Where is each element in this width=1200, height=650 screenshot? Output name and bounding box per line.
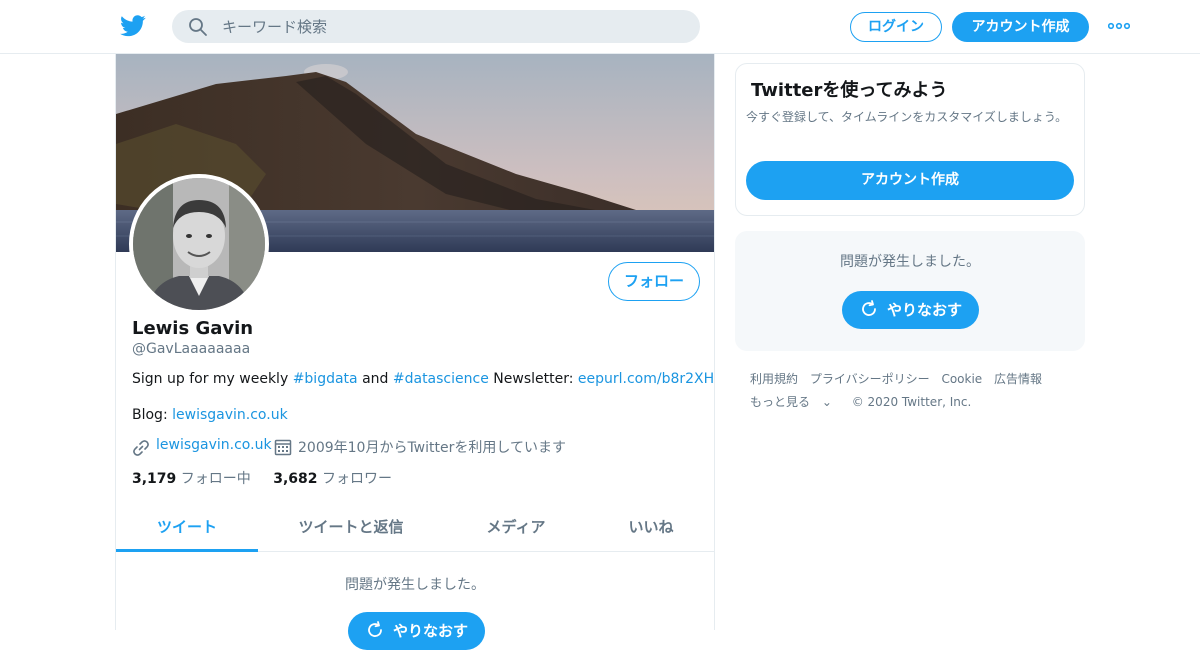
signup-card-button[interactable]: アカウント作成 xyxy=(746,161,1074,200)
chevron-down-icon: ⌄ xyxy=(821,395,832,409)
link-icon xyxy=(133,440,149,456)
bio-text: Blog: xyxy=(132,407,173,423)
tab-likes[interactable]: いいね xyxy=(608,506,694,552)
search-icon xyxy=(189,18,207,36)
profile-avatar[interactable] xyxy=(129,174,269,314)
sidebar-footer: 利用規約 プライバシーポリシー Cookie 広告情報 もっと見る ⌄ © 20… xyxy=(750,368,1080,414)
sidebar-retry-button[interactable]: やりなおす xyxy=(842,291,979,329)
tab-media[interactable]: メディア xyxy=(464,506,568,552)
retry-label: やりなおす xyxy=(392,622,468,640)
login-button[interactable]: ログイン xyxy=(850,12,942,42)
followers-stat[interactable]: 3,682 フォロワー xyxy=(273,468,392,488)
refresh-icon xyxy=(862,300,876,316)
search-box[interactable] xyxy=(172,10,700,43)
footer-link-cookie[interactable]: Cookie xyxy=(941,372,982,386)
following-label: フォロー中 xyxy=(180,471,251,487)
profile-handle: @GavLaaaaaaaa xyxy=(132,341,251,357)
avatar-photo xyxy=(133,178,265,310)
follow-button[interactable]: フォロー xyxy=(608,262,700,301)
profile-tabs: ツイート ツイートと返信 メディア いいね xyxy=(116,506,714,552)
tab-tweets[interactable]: ツイート xyxy=(116,506,258,552)
newsletter-link[interactable]: eepurl.com/b8r2XH xyxy=(578,371,714,387)
following-stat[interactable]: 3,179 フォロー中 xyxy=(132,468,251,488)
hashtag-datascience-link[interactable]: #datascience xyxy=(393,371,489,387)
followers-label: フォロワー xyxy=(321,471,392,487)
bio-text: Newsletter: xyxy=(488,371,578,387)
profile-column: フォロー Lewis Gavin @GavLaaaaaaaa Sign up f… xyxy=(115,54,715,650)
join-date: 2009年10月からTwitterを利用しています xyxy=(298,440,566,456)
retry-label: やりなおす xyxy=(886,301,962,319)
profile-bio-blog: Blog: lewisgavin.co.uk xyxy=(132,407,288,423)
calendar-icon xyxy=(274,439,292,456)
profile-meta: lewisgavin.co.uk 2009年10月からTwitterを利用してい… xyxy=(132,437,702,457)
twitter-bird-icon[interactable] xyxy=(120,14,146,38)
top-navigation: ログイン アカウント作成 xyxy=(0,0,1200,54)
profile-name: Lewis Gavin xyxy=(132,318,254,339)
search-input[interactable] xyxy=(222,10,682,43)
footer-more-row: もっと見る ⌄ © 2020 Twitter, Inc. xyxy=(750,391,1080,414)
signup-card-subtitle: 今すぐ登録して、タイムラインをカスタマイズしましょう。 xyxy=(746,110,1068,124)
footer-link-terms[interactable]: 利用規約 xyxy=(750,372,798,386)
timeline-error-message: 問題が発生しました。 xyxy=(345,577,485,593)
followers-count: 3,682 xyxy=(273,471,318,487)
footer-more-link[interactable]: もっと見る ⌄ xyxy=(750,395,840,409)
refresh-icon xyxy=(368,621,382,637)
blog-link[interactable]: lewisgavin.co.uk xyxy=(172,407,288,423)
signup-card: Twitterを使ってみよう 今すぐ登録して、タイムラインをカスタマイズしましょ… xyxy=(735,63,1085,216)
tab-tweets-and-replies[interactable]: ツイートと返信 xyxy=(278,506,424,552)
following-count: 3,179 xyxy=(132,471,177,487)
timeline-retry-button[interactable]: やりなおす xyxy=(348,612,485,650)
signup-button[interactable]: アカウント作成 xyxy=(952,12,1089,42)
profile-stats: 3,179 フォロー中 3,682 フォロワー xyxy=(132,468,410,488)
footer-links-row: 利用規約 プライバシーポリシー Cookie 広告情報 xyxy=(750,368,1080,391)
bio-text: Sign up for my weekly xyxy=(132,371,293,387)
profile-url-link[interactable]: lewisgavin.co.uk xyxy=(156,437,272,453)
signup-card-title: Twitterを使ってみよう xyxy=(751,80,948,101)
footer-copyright: © 2020 Twitter, Inc. xyxy=(851,395,972,409)
sidebar-error-card: 問題が発生しました。 やりなおす xyxy=(735,231,1085,351)
bio-text: and xyxy=(357,371,393,387)
footer-link-ads[interactable]: 広告情報 xyxy=(994,372,1042,386)
footer-more-label: もっと見る xyxy=(750,395,811,409)
hashtag-bigdata-link[interactable]: #bigdata xyxy=(293,371,358,387)
footer-link-privacy[interactable]: プライバシーポリシー xyxy=(810,372,930,386)
more-dots-icon[interactable] xyxy=(1108,18,1130,34)
sidebar-error-message: 問題が発生しました。 xyxy=(840,254,980,270)
profile-bio: Sign up for my weekly #bigdata and #data… xyxy=(132,369,714,389)
